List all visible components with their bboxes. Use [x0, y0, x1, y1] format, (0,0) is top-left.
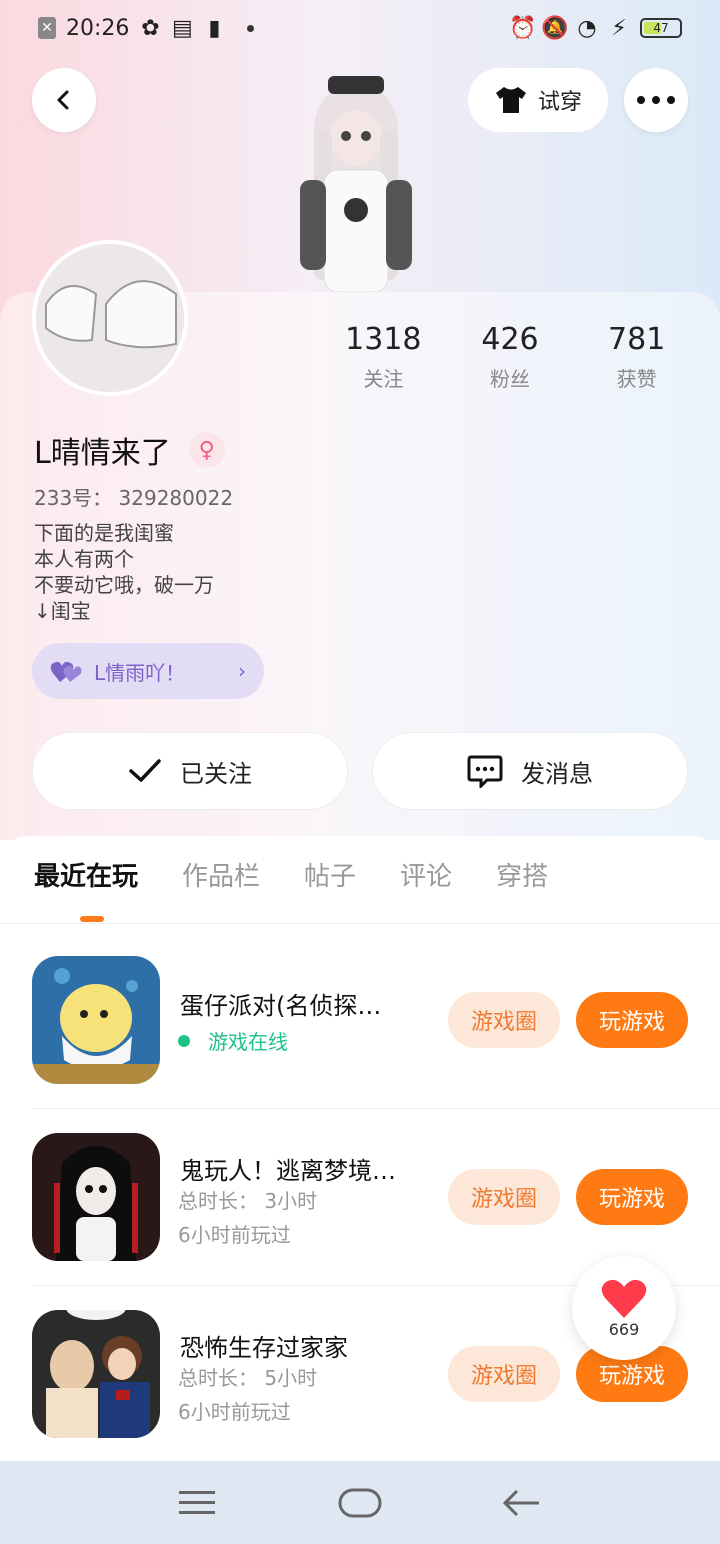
game-circle-button[interactable]: 游戏圈: [448, 992, 560, 1048]
username-text: L晴情来了: [34, 436, 171, 471]
heart-icon: [601, 1279, 647, 1318]
wifi-icon: ◔: [577, 15, 597, 41]
game-last-played: 6小时前玩过: [178, 1223, 291, 1247]
following-stat[interactable]: 1318 关注: [320, 322, 447, 392]
following-button-label: 已关注: [180, 759, 252, 788]
bff-link-button[interactable]: L情雨吖！ ›: [32, 643, 264, 699]
bff-label: L情雨吖！: [94, 660, 186, 685]
avatar-3d-figure: [286, 70, 426, 293]
following-count: 1318: [345, 322, 422, 357]
game-title: 蛋仔派对(名侦探…: [180, 992, 382, 1020]
check-icon: [129, 759, 161, 782]
game-circle-button[interactable]: 游戏圈: [448, 1169, 560, 1225]
close-notification-icon: ✕: [38, 17, 56, 39]
following-button[interactable]: 已关注: [32, 732, 348, 810]
profile-tabs: 最近在玩 作品栏 帖子 评论 穿搭: [34, 856, 548, 893]
game-duration: 总时长： 5小时: [178, 1366, 318, 1390]
more-options-button[interactable]: [624, 68, 688, 132]
charging-icon: ⚡: [611, 15, 627, 41]
book-icon: ▮: [208, 15, 221, 41]
tab-divider: [0, 923, 720, 924]
likes-count: 781: [608, 322, 666, 357]
tab-recently-played[interactable]: 最近在玩: [34, 856, 138, 893]
profile-stats: 1318 关注 426 粉丝 781 获赞: [320, 322, 700, 392]
try-on-button[interactable]: 试穿: [468, 68, 608, 132]
status-time: 20:26: [66, 15, 130, 41]
user-id: 233号： 329280022: [34, 486, 234, 510]
followers-label: 粉丝: [490, 367, 530, 391]
mute-icon: 🔕: [541, 15, 569, 41]
tab-comments[interactable]: 评论: [400, 856, 452, 893]
game-duration: 总时长： 3小时: [178, 1189, 318, 1213]
bio-line: 下面的是我闺蜜: [34, 521, 174, 545]
followers-count: 426: [481, 322, 539, 357]
likes-label: 获赞: [616, 367, 657, 391]
female-icon: ♀: [188, 432, 225, 468]
avatar[interactable]: [32, 240, 188, 396]
send-message-label: 发消息: [521, 759, 593, 788]
following-label: 关注: [363, 367, 404, 391]
game-icon-eggy-party[interactable]: [32, 956, 160, 1084]
home-icon[interactable]: [338, 1488, 382, 1518]
tshirt-icon: [495, 87, 526, 113]
game-icon-escape-dream[interactable]: [32, 1133, 160, 1261]
online-status-text: 游戏在线: [208, 1030, 288, 1054]
card-icon: ▤: [172, 15, 193, 41]
game-title: 恐怖生存过家家: [180, 1334, 348, 1362]
system-navigation-bar: [0, 1461, 720, 1544]
more-dots-icon: [637, 96, 675, 104]
play-game-button[interactable]: 玩游戏: [576, 1169, 688, 1225]
alarm-icon: ⏰: [509, 15, 537, 41]
tab-posts[interactable]: 帖子: [304, 856, 356, 893]
game-title: 鬼玩人！逃离梦境…: [180, 1157, 396, 1185]
row-divider: [32, 1108, 720, 1109]
chevron-left-icon: [57, 90, 69, 110]
pinwheel-icon: ✿: [141, 15, 160, 41]
battery-icon: 47: [640, 18, 682, 38]
likes-stat[interactable]: 781 获赞: [573, 322, 700, 392]
bio-line: ↓闺宝: [34, 599, 91, 623]
back-button[interactable]: [32, 68, 96, 132]
online-status: 游戏在线: [178, 1026, 288, 1055]
followers-stat[interactable]: 426 粉丝: [447, 322, 574, 392]
tab-outfits[interactable]: 穿搭: [496, 856, 548, 893]
chevron-right-icon: ›: [238, 659, 246, 683]
active-tab-indicator: [80, 916, 104, 922]
bio-line: 本人有两个: [34, 547, 134, 571]
notification-dot-icon: [247, 24, 255, 32]
status-bar: ✕ 20:26 ✿ ▤ ▮ ⏰ 🔕 ◔ ⚡ 47: [0, 0, 720, 56]
send-message-button[interactable]: 发消息: [372, 732, 688, 810]
bio-line: 不要动它哦，破一万: [34, 573, 214, 597]
play-game-button[interactable]: 玩游戏: [576, 992, 688, 1048]
like-count: 669: [608, 1319, 640, 1339]
back-arrow-icon[interactable]: [501, 1488, 541, 1518]
tab-works[interactable]: 作品栏: [182, 856, 260, 893]
game-last-played: 6小时前玩过: [178, 1400, 291, 1424]
bio: 下面的是我闺蜜 本人有两个 不要动它哦，破一万 ↓闺宝: [34, 520, 214, 624]
double-heart-icon: [50, 661, 82, 682]
game-list-item[interactable]: 蛋仔派对(名侦探… 游戏在线 游戏圈 玩游戏: [32, 956, 688, 1086]
game-icon-horror-house[interactable]: [32, 1310, 160, 1438]
online-dot-icon: [178, 1034, 190, 1047]
game-list-item[interactable]: 鬼玩人！逃离梦境… 总时长： 3小时 6小时前玩过 游戏圈 玩游戏: [32, 1133, 688, 1263]
chat-bubble-icon: [467, 755, 503, 788]
try-on-label: 试穿: [537, 90, 582, 115]
menu-icon[interactable]: [179, 1489, 219, 1517]
username: L晴情来了 ♀: [34, 428, 225, 472]
like-button[interactable]: 669: [572, 1256, 676, 1360]
game-circle-button[interactable]: 游戏圈: [448, 1346, 560, 1402]
